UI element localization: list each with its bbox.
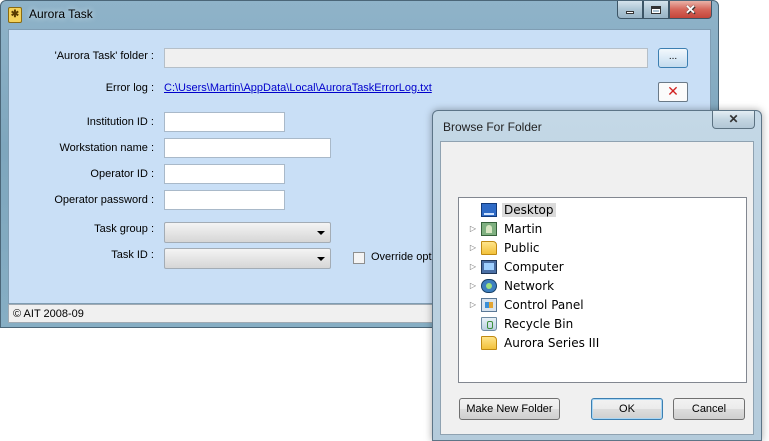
- workstation-label: Workstation name :: [59, 142, 154, 154]
- task-id-dropdown[interactable]: [164, 248, 331, 269]
- expand-arrow-icon[interactable]: ▷: [468, 224, 478, 233]
- expand-arrow-icon[interactable]: ▷: [468, 281, 478, 290]
- error-log-label: Error log :: [105, 82, 154, 94]
- tree-item-label: Aurora Series III: [504, 335, 600, 350]
- cancel-button[interactable]: Cancel: [673, 398, 745, 420]
- tree-item-control-panel[interactable]: ▷ Control Panel: [468, 296, 586, 313]
- tree-item-martin[interactable]: ▷ Martin: [468, 220, 544, 237]
- aurora-folder-field[interactable]: [164, 48, 648, 68]
- user-folder-icon: [481, 221, 497, 236]
- close-icon: ✕: [685, 1, 696, 17]
- recycle-bin-icon: [481, 316, 497, 331]
- operator-id-label: Operator ID :: [90, 168, 154, 180]
- expand-arrow-icon[interactable]: ▷: [468, 262, 478, 271]
- caption-buttons: ✕: [617, 1, 712, 19]
- network-icon: [481, 278, 497, 293]
- tree-item-network[interactable]: ▷ Network: [468, 277, 556, 294]
- institution-label: Institution ID :: [86, 116, 154, 128]
- clear-error-log-button[interactable]: ✕: [658, 82, 688, 102]
- minimize-button[interactable]: [617, 1, 643, 19]
- browse-folder-button[interactable]: ...: [658, 48, 688, 68]
- title-bar[interactable]: ✱ Aurora Task ✕: [1, 1, 718, 29]
- task-group-dropdown[interactable]: [164, 222, 331, 243]
- dialog-body: Desktop ▷ Martin ▷ Public ▷ Computer ▷ N…: [440, 141, 754, 435]
- make-new-folder-button[interactable]: Make New Folder: [459, 398, 560, 420]
- tree-item-label: Martin: [504, 221, 543, 236]
- task-group-label: Task group :: [94, 223, 154, 235]
- tree-item-label: Network: [504, 278, 555, 293]
- operator-id-field[interactable]: [164, 164, 285, 184]
- tree-item-label: Public: [504, 240, 540, 255]
- operator-password-field[interactable]: [164, 190, 285, 210]
- folder-icon: [481, 335, 497, 350]
- override-options-label: Override optio: [371, 251, 441, 263]
- tree-item-public[interactable]: ▷ Public: [468, 239, 542, 256]
- control-panel-icon: [481, 297, 497, 312]
- expand-arrow-icon[interactable]: ▷: [468, 300, 478, 309]
- institution-id-field[interactable]: [164, 112, 285, 132]
- expand-arrow-icon[interactable]: ▷: [468, 243, 478, 252]
- error-log-link[interactable]: C:\Users\Martin\AppData\Local\AuroraTask…: [164, 82, 432, 94]
- computer-icon: [481, 259, 497, 274]
- aurora-app-icon: ✱: [8, 7, 22, 23]
- folder-label: 'Aurora Task' folder :: [54, 50, 154, 62]
- desktop-icon: [481, 202, 497, 217]
- delete-icon: ✕: [667, 84, 679, 100]
- tree-item-aurora-series-iii[interactable]: Aurora Series III: [468, 334, 601, 351]
- tree-item-label: Recycle Bin: [504, 316, 574, 331]
- tree-item-label: Computer: [504, 259, 564, 274]
- ok-button[interactable]: OK: [591, 398, 663, 420]
- dialog-title: Browse For Folder: [443, 120, 542, 134]
- operator-password-label: Operator password :: [54, 194, 154, 206]
- tree-item-label: Control Panel: [504, 297, 584, 312]
- close-icon: ✕: [728, 112, 739, 126]
- folder-tree[interactable]: Desktop ▷ Martin ▷ Public ▷ Computer ▷ N…: [458, 197, 747, 383]
- maximize-icon: [651, 5, 661, 14]
- folder-icon: [481, 240, 497, 255]
- window-title: Aurora Task: [29, 7, 93, 21]
- close-button[interactable]: ✕: [669, 1, 712, 19]
- workstation-name-field[interactable]: [164, 138, 331, 158]
- minimize-icon: [626, 11, 634, 14]
- chevron-down-icon: [317, 231, 325, 235]
- tree-item-recycle-bin[interactable]: Recycle Bin: [468, 315, 575, 332]
- copyright-text: © AIT 2008-09: [13, 308, 84, 320]
- override-options-checkbox[interactable]: [353, 252, 365, 264]
- tree-item-label: Desktop: [502, 202, 556, 217]
- tree-item-desktop[interactable]: Desktop: [468, 201, 556, 218]
- maximize-button[interactable]: [643, 1, 669, 19]
- task-id-label: Task ID :: [111, 249, 154, 261]
- tree-item-computer[interactable]: ▷ Computer: [468, 258, 566, 275]
- chevron-down-icon: [317, 257, 325, 261]
- browse-for-folder-dialog: Browse For Folder ✕ Desktop ▷ Martin ▷ P…: [432, 110, 762, 441]
- dialog-close-button[interactable]: ✕: [712, 111, 755, 129]
